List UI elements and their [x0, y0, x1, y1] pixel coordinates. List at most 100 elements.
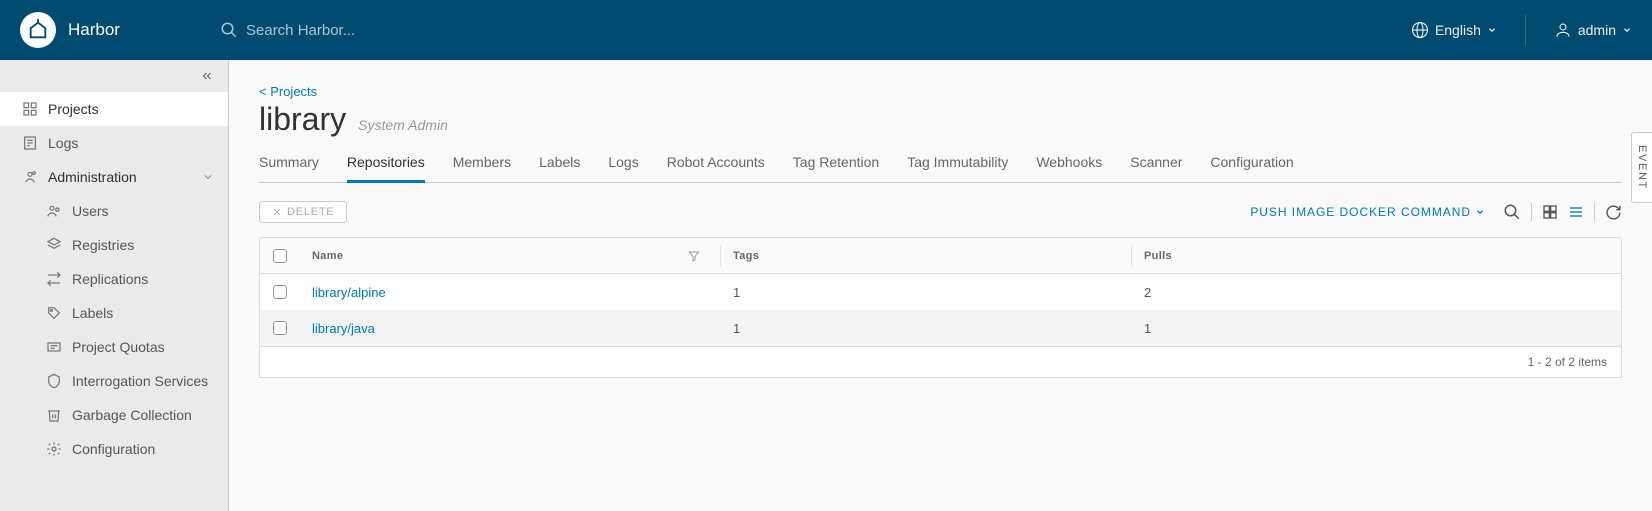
close-icon — [272, 207, 282, 217]
breadcrumb[interactable]: < Projects — [259, 84, 1622, 99]
tab-tag-retention[interactable]: Tag Retention — [793, 148, 879, 183]
sidebar-item-logs[interactable]: Logs — [0, 126, 228, 160]
chevron-down-icon — [1475, 207, 1485, 217]
toolbar-divider — [1594, 203, 1595, 221]
chevron-down-icon — [1622, 25, 1632, 35]
projects-icon — [22, 101, 38, 117]
column-label: Tags — [733, 250, 759, 262]
globe-icon — [1411, 21, 1429, 39]
column-header-name[interactable]: Name — [300, 250, 720, 262]
pagination-summary: 1 - 2 of 2 items — [1528, 355, 1607, 369]
push-command-dropdown[interactable]: PUSH IMAGE DOCKER COMMAND — [1250, 205, 1485, 219]
table-row: library/alpine 1 2 — [260, 274, 1621, 310]
toolbar-icons — [1503, 203, 1622, 221]
user-icon — [1554, 21, 1572, 39]
tab-summary[interactable]: Summary — [259, 148, 319, 183]
repository-link[interactable]: library/java — [312, 321, 375, 336]
gear-icon — [46, 441, 62, 457]
sidebar-item-label: Garbage Collection — [72, 407, 192, 423]
tab-robot-accounts[interactable]: Robot Accounts — [667, 148, 765, 183]
toolbar-divider — [1531, 203, 1532, 221]
sidebar-item-users[interactable]: Users — [0, 194, 228, 228]
sidebar-item-label: Projects — [48, 101, 99, 117]
filter-icon[interactable] — [688, 250, 700, 262]
tab-configuration[interactable]: Configuration — [1210, 148, 1293, 183]
search-input[interactable] — [246, 22, 546, 39]
table-footer: 1 - 2 of 2 items — [259, 347, 1622, 378]
search-icon[interactable] — [1503, 203, 1521, 221]
sidebar-item-interrogation[interactable]: Interrogation Services — [0, 364, 228, 398]
users-icon — [46, 203, 62, 219]
brand-name: Harbor — [68, 20, 120, 40]
user-label: admin — [1578, 22, 1616, 38]
administration-icon — [22, 169, 38, 185]
tab-logs[interactable]: Logs — [608, 148, 638, 183]
sidebar-item-replications[interactable]: Replications — [0, 262, 228, 296]
view-grid-icon[interactable] — [1542, 204, 1558, 220]
repository-link[interactable]: library/alpine — [312, 285, 386, 300]
cell-pulls: 2 — [1144, 285, 1151, 300]
table-header: Name Tags Pulls — [260, 238, 1621, 274]
sidebar-collapse-button[interactable] — [0, 60, 228, 92]
cell-tags: 1 — [733, 321, 740, 336]
user-menu[interactable]: admin — [1554, 21, 1632, 39]
column-header-tags[interactable]: Tags — [721, 250, 1131, 262]
language-label: English — [1435, 22, 1481, 38]
sidebar-item-projects[interactable]: Projects — [0, 92, 228, 126]
sidebar-item-label: Replications — [72, 271, 148, 287]
refresh-icon[interactable] — [1605, 204, 1622, 221]
replications-icon — [46, 271, 62, 287]
sidebar-item-label: Administration — [48, 169, 137, 185]
page-subtitle: System Admin — [358, 117, 448, 133]
page-title-row: library System Admin — [259, 101, 1622, 138]
event-side-tab[interactable]: EVENT — [1631, 132, 1652, 203]
select-all-checkbox[interactable] — [273, 249, 287, 263]
shield-icon — [46, 373, 62, 389]
row-checkbox[interactable] — [273, 285, 287, 299]
trash-icon — [46, 407, 62, 423]
labels-icon — [46, 305, 62, 321]
header-bar: Harbor English admin — [0, 0, 1652, 60]
select-all-cell — [260, 249, 300, 263]
search-wrap — [220, 21, 546, 39]
row-checkbox[interactable] — [273, 321, 287, 335]
sidebar-item-label: Interrogation Services — [72, 373, 208, 389]
sidebar-item-label: Project Quotas — [72, 339, 165, 355]
search-icon — [220, 21, 238, 39]
sidebar-item-labels[interactable]: Labels — [0, 296, 228, 330]
column-label: Pulls — [1144, 250, 1172, 262]
sidebar-item-label: Logs — [48, 135, 78, 151]
quotas-icon — [46, 339, 62, 355]
view-list-icon[interactable] — [1568, 204, 1584, 220]
tab-webhooks[interactable]: Webhooks — [1036, 148, 1102, 183]
logs-icon — [22, 135, 38, 151]
tab-scanner[interactable]: Scanner — [1130, 148, 1182, 183]
logo-wrap: Harbor — [20, 12, 200, 48]
chevron-down-icon — [202, 171, 214, 183]
repositories-table: Name Tags Pulls library/alpine 1 — [259, 237, 1622, 347]
delete-button[interactable]: DELETE — [259, 201, 347, 223]
sidebar-item-project-quotas[interactable]: Project Quotas — [0, 330, 228, 364]
cell-pulls: 1 — [1144, 321, 1151, 336]
tab-labels[interactable]: Labels — [539, 148, 580, 183]
sidebar: Projects Logs Administration Users — [0, 60, 229, 511]
tab-repositories[interactable]: Repositories — [347, 148, 425, 183]
tab-members[interactable]: Members — [453, 148, 511, 183]
sidebar-item-garbage[interactable]: Garbage Collection — [0, 398, 228, 432]
toolbar: DELETE PUSH IMAGE DOCKER COMMAND — [259, 201, 1622, 223]
sidebar-item-label: Configuration — [72, 441, 155, 457]
sidebar-item-registries[interactable]: Registries — [0, 228, 228, 262]
event-tab-label: EVENT — [1636, 145, 1648, 190]
cell-tags: 1 — [733, 285, 740, 300]
table-row: library/java 1 1 — [260, 310, 1621, 346]
push-command-label: PUSH IMAGE DOCKER COMMAND — [1250, 205, 1471, 219]
sidebar-item-administration[interactable]: Administration — [0, 160, 228, 194]
language-selector[interactable]: English — [1411, 21, 1497, 39]
sidebar-item-label: Registries — [72, 237, 134, 253]
header-right: English admin — [1411, 15, 1632, 45]
column-header-pulls[interactable]: Pulls — [1132, 250, 1621, 262]
tab-tag-immutability[interactable]: Tag Immutability — [907, 148, 1008, 183]
page-title: library — [259, 101, 346, 138]
sidebar-item-configuration[interactable]: Configuration — [0, 432, 228, 466]
chevron-down-icon — [1487, 25, 1497, 35]
